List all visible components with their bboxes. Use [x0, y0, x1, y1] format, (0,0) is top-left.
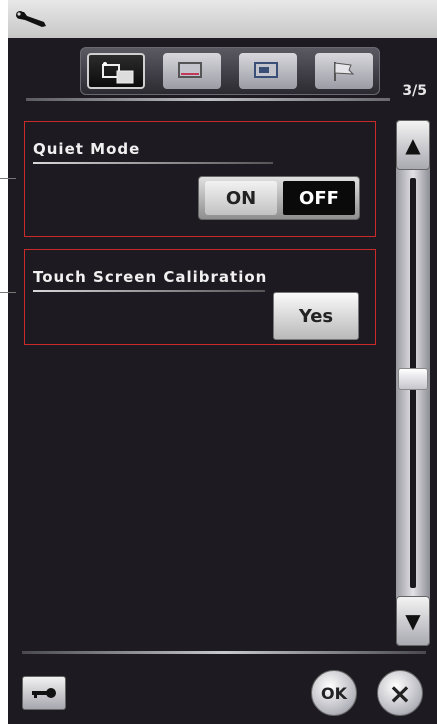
touch-calibration-panel: Touch Screen Calibration Yes — [24, 249, 376, 345]
title-bar — [8, 0, 437, 38]
title-underline — [33, 290, 265, 292]
callout-line — [0, 292, 16, 293]
machine-settings-icon — [254, 62, 278, 78]
scroll-down-button[interactable]: ▼ — [396, 596, 430, 646]
wrench-icon — [16, 11, 46, 27]
callout-line — [0, 178, 16, 179]
footer-divider — [22, 651, 426, 654]
scroll-up-button[interactable]: ▲ — [396, 120, 430, 170]
tab-bar — [80, 47, 380, 95]
general-settings-icon — [102, 62, 134, 84]
scrollbar-thumb[interactable] — [398, 368, 428, 390]
header-divider — [26, 98, 390, 101]
quiet-mode-panel: Quiet Mode ON OFF — [24, 121, 376, 237]
tab-machine-settings[interactable] — [239, 53, 297, 89]
touch-calibration-yes-button[interactable]: Yes — [273, 292, 359, 340]
quiet-mode-label: Quiet Mode — [33, 140, 141, 158]
scrollbar[interactable]: ▲ ▼ — [396, 120, 430, 646]
quiet-mode-toggle: ON OFF — [198, 176, 360, 220]
down-arrow-icon: ▼ — [405, 609, 421, 633]
close-button[interactable]: × — [377, 670, 423, 716]
quiet-mode-off-button[interactable]: OFF — [283, 181, 355, 215]
page-indicator: 3/5 — [402, 83, 427, 99]
touch-calibration-label: Touch Screen Calibration — [33, 268, 268, 286]
lock-button[interactable] — [22, 676, 66, 710]
tab-display-settings[interactable] — [163, 53, 221, 89]
title-underline — [33, 162, 273, 164]
ok-button[interactable]: OK — [311, 670, 357, 716]
tab-language[interactable] — [315, 53, 373, 89]
flag-icon — [334, 62, 355, 81]
tab-general-settings[interactable] — [87, 53, 145, 89]
up-arrow-icon: ▲ — [405, 133, 421, 157]
settings-screen: 3/5 Quiet Mode ON OFF Touch Screen Calib… — [0, 0, 437, 724]
quiet-mode-on-button[interactable]: ON — [205, 181, 277, 215]
display-settings-icon — [178, 62, 202, 78]
key-icon — [32, 688, 56, 698]
